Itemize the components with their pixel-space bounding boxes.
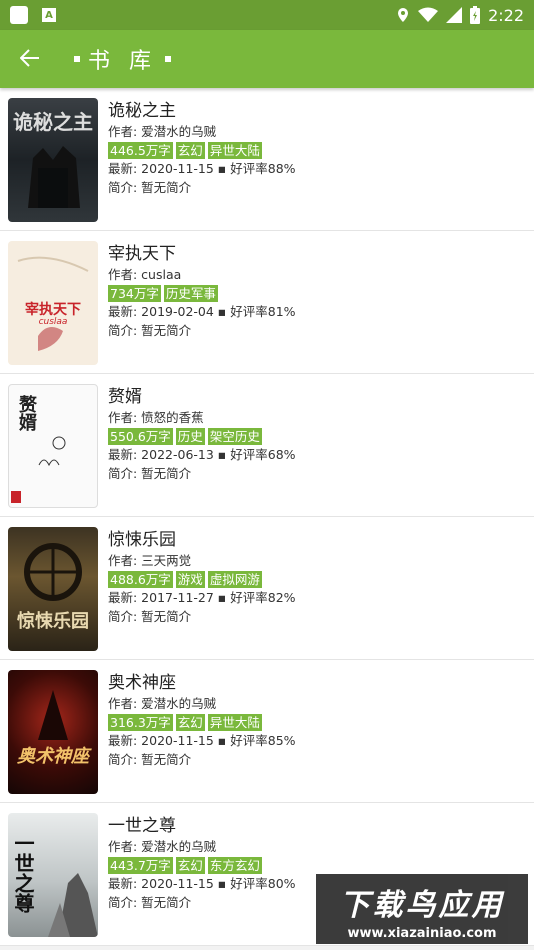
book-info: 诡秘之主 作者: 爱潜水的乌贼 446.5万字 玄幻 异世大陆 最新: 2020… <box>108 98 526 230</box>
book-latest: 最新: 2020-11-15 ▪ 好评率88% <box>108 161 296 176</box>
word-count-tag: 734万字 <box>108 285 161 303</box>
subgenre-tag: 异世大陆 <box>207 142 262 160</box>
book-cover: 诡秘之主 <box>8 98 98 222</box>
status-bar: A 2:22 <box>0 0 534 30</box>
watermark-title: 下载鸟应用 <box>339 888 505 923</box>
genre-tag: 游戏 <box>175 571 205 589</box>
book-info: 惊悚乐园 作者: 三天两觉 488.6万字 游戏 虚拟网游 最新: 2017-1… <box>108 527 526 659</box>
signal-icon <box>446 7 463 23</box>
book-item[interactable]: 惊悚乐园 惊悚乐园 作者: 三天两觉 488.6万字 游戏 虚拟网游 最新: 2… <box>0 517 534 660</box>
book-title: 赘婿 <box>108 387 142 407</box>
title-dot-left <box>74 56 80 62</box>
book-intro: 简介: 暂无简介 <box>108 608 192 624</box>
cover-author: cuslaa <box>38 317 68 327</box>
book-info: 宰执天下 作者: cuslaa 734万字 历史军事 最新: 2019-02-0… <box>108 241 526 373</box>
subgenre-tag: 架空历史 <box>207 428 262 446</box>
book-title: 奥术神座 <box>108 673 176 693</box>
book-title: 惊悚乐园 <box>108 530 176 550</box>
book-tags: 550.6万字 历史 架空历史 <box>108 428 526 447</box>
word-count-tag: 446.5万字 <box>108 142 173 160</box>
book-list: 诡秘之主 诡秘之主 作者: 爱潜水的乌贼 446.5万字 玄幻 异世大陆 最新:… <box>0 88 534 946</box>
book-title: 一世之尊 <box>108 816 176 836</box>
book-author: 作者: 三天两觉 <box>108 553 192 568</box>
word-count-tag: 316.3万字 <box>108 714 173 732</box>
book-cover: 赘婿 <box>8 384 98 508</box>
book-tags: 316.3万字 玄幻 异世大陆 <box>108 714 526 733</box>
cover-title: 一世之尊 <box>11 833 35 913</box>
subgenre-tag: 虚拟网游 <box>207 571 262 589</box>
book-author: 作者: 爱潜水的乌贼 <box>108 696 217 711</box>
book-item[interactable]: 宰执天下 cuslaa 宰执天下 作者: cuslaa 734万字 历史军事 最… <box>0 231 534 374</box>
battery-icon <box>470 6 481 24</box>
book-author: 作者: 愤怒的香蕉 <box>108 410 204 425</box>
cover-title: 宰执天下 <box>25 302 81 318</box>
book-author: 作者: cuslaa <box>108 267 182 282</box>
wifi-icon <box>418 7 439 22</box>
book-cover: 奥术神座 <box>8 670 98 794</box>
book-info: 奥术神座 作者: 爱潜水的乌贼 316.3万字 玄幻 异世大陆 最新: 2020… <box>108 670 526 802</box>
book-title: 诡秘之主 <box>108 101 176 121</box>
book-item[interactable]: 赘婿 赘婿 作者: 愤怒的香蕉 550.6万字 历史 架空历史 最新: 2022… <box>0 374 534 517</box>
word-count-tag: 488.6万字 <box>108 571 173 589</box>
genre-tag: 玄幻 <box>175 142 205 160</box>
watermark-logo: 下载鸟应用 www.xiazainiao.com <box>316 874 528 944</box>
book-author: 作者: 爱潜水的乌贼 <box>108 839 217 854</box>
subgenre-tag: 异世大陆 <box>207 714 262 732</box>
back-arrow-icon[interactable] <box>19 45 44 73</box>
clock: 2:22 <box>488 5 524 25</box>
cover-title: 诡秘之主 <box>13 110 93 134</box>
book-tags: 443.7万字 玄幻 东方玄幻 <box>108 857 526 876</box>
book-cover: 惊悚乐园 <box>8 527 98 651</box>
genre-tag: 玄幻 <box>175 714 205 732</box>
genre-tag: 玄幻 <box>175 857 205 875</box>
book-intro: 简介: 暂无简介 <box>108 751 192 767</box>
book-intro: 简介: 暂无简介 <box>108 465 192 481</box>
book-info: 赘婿 作者: 愤怒的香蕉 550.6万字 历史 架空历史 最新: 2022-06… <box>108 384 526 516</box>
genre-tag: 历史军事 <box>163 285 218 303</box>
book-tags: 488.6万字 游戏 虚拟网游 <box>108 571 526 590</box>
book-cover: 宰执天下 cuslaa <box>8 241 98 365</box>
book-latest: 最新: 2017-11-27 ▪ 好评率82% <box>108 590 296 605</box>
book-title: 宰执天下 <box>108 244 176 264</box>
page-title: 书 库 <box>74 43 171 75</box>
location-icon <box>398 8 409 22</box>
app-bar: 书 库 <box>0 30 534 88</box>
text-notification-icon: A <box>42 8 56 22</box>
watermark-url: www.xiazainiao.com <box>347 926 497 941</box>
cover-title: 惊悚乐园 <box>17 611 89 632</box>
book-latest: 最新: 2019-02-04 ▪ 好评率81% <box>108 304 296 319</box>
book-intro: 简介: 暂无简介 <box>108 322 192 338</box>
book-tags: 734万字 历史军事 <box>108 285 526 304</box>
cover-title: 奥术神座 <box>17 746 89 767</box>
book-latest: 最新: 2020-11-15 ▪ 好评率85% <box>108 733 296 748</box>
book-latest: 最新: 2022-06-13 ▪ 好评率68% <box>108 447 296 462</box>
book-author: 作者: 爱潜水的乌贼 <box>108 124 217 139</box>
word-count-tag: 550.6万字 <box>108 428 173 446</box>
book-item[interactable]: 诡秘之主 诡秘之主 作者: 爱潜水的乌贼 446.5万字 玄幻 异世大陆 最新:… <box>0 88 534 231</box>
book-cover: 一世之尊 <box>8 813 98 937</box>
notification-icon <box>10 6 28 24</box>
book-tags: 446.5万字 玄幻 异世大陆 <box>108 142 526 161</box>
subgenre-tag: 东方玄幻 <box>207 857 262 875</box>
cover-title: 赘婿 <box>16 395 37 431</box>
title-dot-right <box>165 56 171 62</box>
book-item[interactable]: 奥术神座 奥术神座 作者: 爱潜水的乌贼 316.3万字 玄幻 异世大陆 最新:… <box>0 660 534 803</box>
word-count-tag: 443.7万字 <box>108 857 173 875</box>
book-intro: 简介: 暂无简介 <box>108 179 192 195</box>
genre-tag: 历史 <box>175 428 205 446</box>
title-text: 书 库 <box>88 49 157 74</box>
